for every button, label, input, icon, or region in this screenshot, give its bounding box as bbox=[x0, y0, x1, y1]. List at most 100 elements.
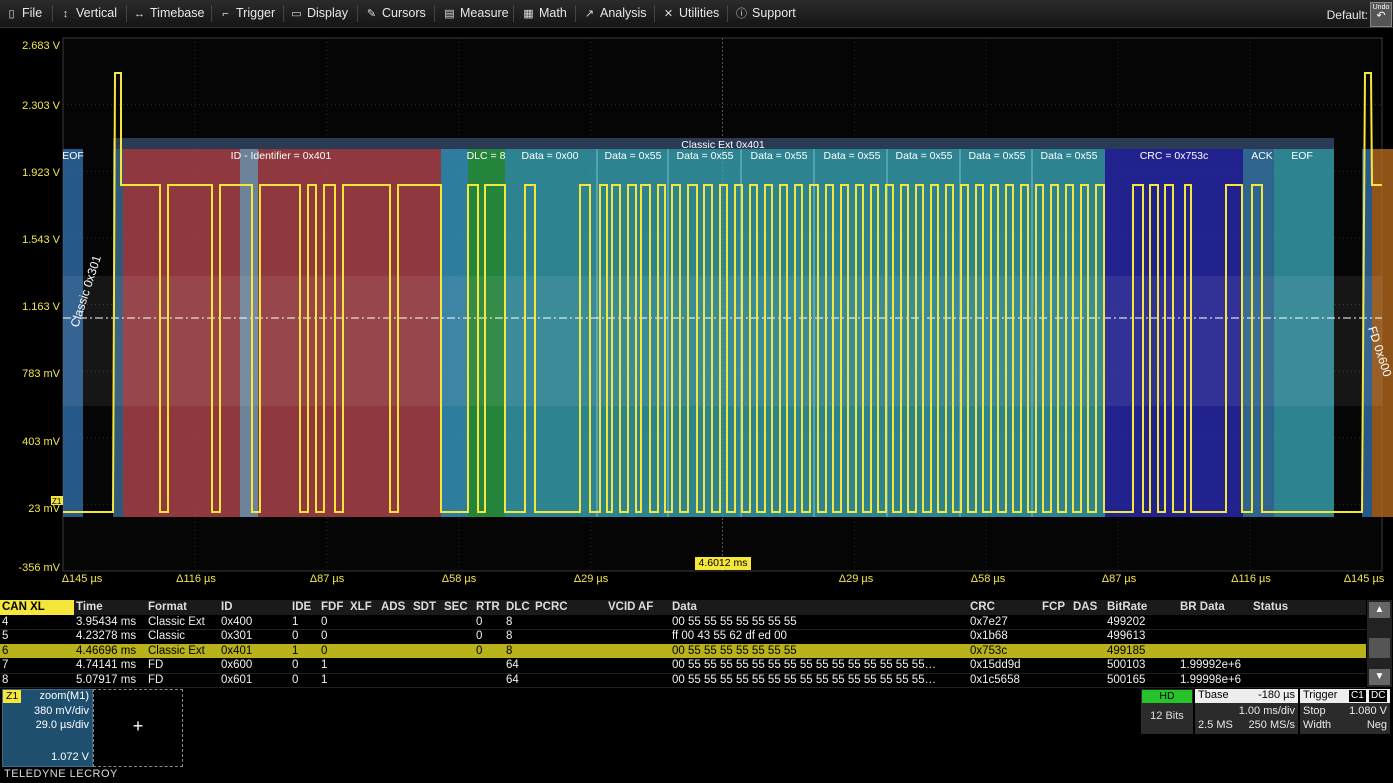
table-cell: Data bbox=[672, 601, 697, 613]
table-cell: 8 bbox=[506, 644, 513, 657]
table-cell: 0x600 bbox=[221, 659, 253, 671]
table-cell: 0 bbox=[476, 644, 483, 657]
menu-timebase[interactable]: ↔ Timebase bbox=[133, 0, 204, 27]
table-cell: 0x1c5658 bbox=[970, 673, 1020, 686]
y-tick-label: 1.543 V bbox=[22, 234, 60, 246]
add-trace-button[interactable]: + bbox=[93, 689, 183, 767]
table-cell: 0 bbox=[292, 630, 299, 642]
timebase-title: Tbase bbox=[1198, 689, 1229, 701]
scroll-thumb[interactable] bbox=[1369, 638, 1390, 658]
table-scrollbar[interactable]: ▲ ▼ bbox=[1367, 600, 1392, 687]
timebase-samples: 2.5 MS bbox=[1198, 719, 1233, 731]
menu-bar: ▯ File ↕ Vertical ↔ Timebase ⌐ Trigger ▭ Disp… bbox=[0, 0, 1393, 28]
field-label: EOF bbox=[62, 150, 84, 162]
table-cell: 0x400 bbox=[221, 615, 253, 628]
menu-vertical[interactable]: ↕ Vertical bbox=[59, 0, 117, 27]
trigger-coupling: DC bbox=[1369, 690, 1388, 702]
table-cell: DLC bbox=[506, 601, 530, 613]
table-cell: 0 bbox=[321, 630, 328, 642]
table-cell: FCP bbox=[1042, 601, 1065, 613]
timebase-delay: -180 µs bbox=[1258, 689, 1295, 701]
table-row[interactable]: 5 4.23278 ms Classic 0x301 0 0 0 8 ff 00 43 55 6… bbox=[0, 629, 1366, 645]
table-cell: 0 bbox=[321, 644, 328, 657]
menu-display[interactable]: ▭ Display bbox=[290, 0, 348, 27]
timebase-scale: 1.00 ms/div bbox=[1238, 705, 1295, 717]
undo-icon: ↶ bbox=[1376, 10, 1386, 22]
field-label: DLC = 8 bbox=[467, 150, 506, 162]
table-cell: 5.07917 ms bbox=[76, 673, 137, 686]
field-label: Data = 0x55 bbox=[969, 150, 1026, 162]
zoom-vertical-scale: 380 mV/div bbox=[33, 705, 89, 717]
x-tick-label: Δ145 µs bbox=[61, 573, 103, 585]
waveform-grid[interactable]: Classic Ext 0x401 EOF ID - Identifier = 0x… bbox=[0, 28, 1393, 600]
display-icon: ▭ bbox=[291, 8, 302, 20]
table-cell: 0 bbox=[476, 615, 483, 628]
cursor-delta-readout[interactable]: 4.6012 ms bbox=[695, 557, 751, 570]
field-label: CRC = 0x753c bbox=[1140, 150, 1209, 162]
trigger-title: Trigger bbox=[1303, 689, 1338, 701]
y-tick-label: 403 mV bbox=[22, 436, 60, 448]
x-tick-label: Δ116 µs bbox=[1231, 573, 1271, 585]
menu-file[interactable]: ▯ File bbox=[5, 0, 42, 27]
table-cell: CAN XL bbox=[0, 600, 74, 615]
file-icon: ▯ bbox=[8, 8, 15, 20]
menu-measure[interactable]: ▤ Measure bbox=[443, 0, 508, 27]
menu-support[interactable]: ⓘ Support bbox=[735, 0, 796, 27]
table-cell: PCRC bbox=[535, 601, 568, 613]
table-cell: 0x601 bbox=[221, 673, 253, 686]
table-row[interactable]: 8 5.07917 ms FD 0x601 0 1 64 00 55 55 55 55 55 … bbox=[0, 673, 1366, 688]
zoom-title: zoom(M1) bbox=[39, 690, 89, 702]
table-cell: BitRate bbox=[1107, 601, 1148, 613]
trigger-channel: C1 bbox=[1349, 690, 1366, 702]
menu-analysis[interactable]: ↗ Analysis bbox=[583, 0, 647, 27]
field-label: Data = 0x55 bbox=[605, 150, 662, 162]
y-tick-label: 1.923 V bbox=[22, 167, 60, 179]
table-cell: 1 bbox=[321, 659, 328, 671]
scroll-down-icon[interactable]: ▼ bbox=[1369, 669, 1390, 685]
menu-cursors[interactable]: ✎ Cursors bbox=[365, 0, 426, 27]
table-cell: 00 55 55 55 55 55 55 55 55 55 55 55 55 5… bbox=[672, 673, 937, 686]
table-row[interactable]: 6 4.46696 ms Classic Ext 0x401 1 0 0 8 00 55 55 … bbox=[0, 643, 1366, 658]
table-header[interactable]: CAN XL Time Format ID IDE FDF XLF ADS SDT SEC RTR D… bbox=[0, 600, 1366, 615]
table-cell: 4 bbox=[2, 615, 9, 628]
undo-button[interactable]: Undo ↶ bbox=[1370, 2, 1392, 27]
table-cell: 64 bbox=[506, 673, 519, 686]
table-cell: 00 55 55 55 55 55 55 55 bbox=[672, 644, 797, 657]
table-cell: 4.46696 ms bbox=[76, 644, 137, 657]
y-tick-label: -356 mV bbox=[18, 562, 60, 574]
table-cell: 1.99998e+6 bbox=[1180, 673, 1242, 686]
measure-icon: ▤ bbox=[444, 8, 455, 20]
table-cell: Format bbox=[148, 601, 187, 613]
zoom-trace-descriptor[interactable]: Z1 zoom(M1) 380 mV/div 29.0 µs/div 1.072… bbox=[2, 689, 93, 767]
scroll-up-icon[interactable]: ▲ bbox=[1369, 602, 1390, 618]
field-label: Data = 0x55 bbox=[751, 150, 808, 162]
table-cell: XLF bbox=[350, 601, 372, 613]
table-cell: DAS bbox=[1073, 601, 1098, 613]
table-cell: 499202 bbox=[1107, 615, 1146, 628]
decode-table[interactable]: CAN XL Time Format ID IDE FDF XLF ADS SDT SEC RTR D… bbox=[0, 600, 1366, 688]
table-cell: 0x401 bbox=[221, 644, 253, 657]
trigger-level: 1.080 V bbox=[1349, 705, 1387, 717]
table-cell: BR Data bbox=[1180, 601, 1225, 613]
zoom-offset: 1.072 V bbox=[51, 751, 89, 763]
acquisition-hd-box[interactable]: HD 12 Bits bbox=[1141, 689, 1193, 734]
table-cell: 500103 bbox=[1107, 659, 1146, 671]
timebase-descriptor[interactable]: Tbase -180 µs 1.00 ms/div 2.5 MS 250 MS/… bbox=[1195, 689, 1298, 734]
table-cell: 4.23278 ms bbox=[76, 630, 137, 642]
field-label: Data = 0x55 bbox=[824, 150, 881, 162]
menu-trigger[interactable]: ⌐ Trigger bbox=[219, 0, 275, 27]
table-cell: 1 bbox=[292, 644, 299, 657]
zoom-channel-tag: Z1 bbox=[3, 690, 22, 703]
y-tick-label: 2.303 V bbox=[22, 100, 60, 112]
x-tick-label: Δ87 µs bbox=[1101, 573, 1137, 585]
menu-utilities[interactable]: ✕ Utilities bbox=[662, 0, 719, 27]
table-cell: RTR bbox=[476, 601, 500, 613]
table-cell: FD bbox=[148, 673, 164, 686]
x-tick-label: Δ58 µs bbox=[441, 573, 477, 585]
menu-math[interactable]: ▦ Math bbox=[522, 0, 567, 27]
table-row[interactable]: 7 4.74141 ms FD 0x600 0 1 64 00 55 55 55 55 55 … bbox=[0, 658, 1366, 674]
trigger-descriptor[interactable]: Trigger C1 DC Stop 1.080 V Width Neg bbox=[1300, 689, 1390, 734]
table-row[interactable]: 4 3.95434 ms Classic Ext 0x400 1 0 0 8 00 55 55 … bbox=[0, 615, 1366, 630]
table-cell: 8 bbox=[506, 630, 513, 642]
waveform-display: Classic Ext 0x401EOF ID - Identifier = 0x… bbox=[51, 37, 1393, 572]
